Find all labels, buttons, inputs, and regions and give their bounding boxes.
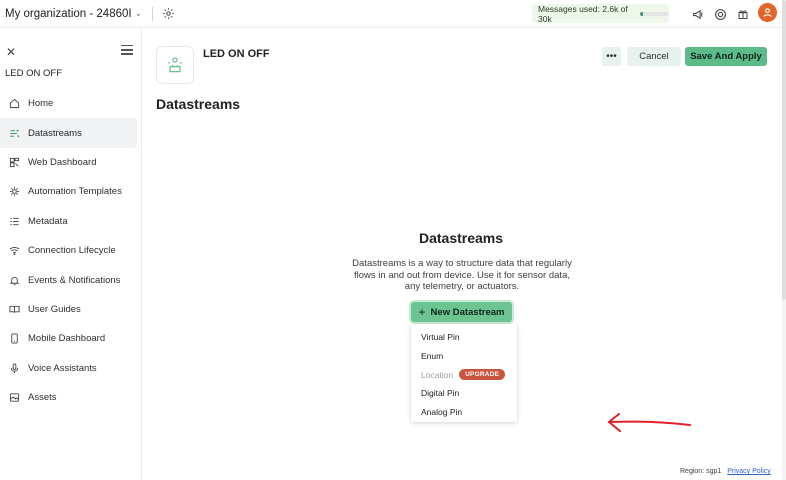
chevron-down-icon: ⌄	[134, 8, 143, 18]
empty-state-title: Datastreams	[418, 230, 504, 246]
menu-item-analog-pin[interactable]: Analog Pin	[411, 403, 517, 422]
wifi-icon	[9, 245, 20, 256]
sidebar-item-datastreams[interactable]: Datastreams	[0, 118, 137, 148]
plus-icon: +	[418, 305, 426, 319]
image-icon	[9, 392, 20, 403]
close-icon[interactable]: ✕	[6, 45, 16, 59]
mobile-icon	[9, 333, 20, 344]
sidebar-item-label: Events & Notifications	[28, 274, 121, 286]
gear-icon[interactable]	[161, 7, 175, 21]
page-title: Datastreams	[156, 96, 241, 112]
sidebar-item-home[interactable]: Home	[0, 89, 142, 118]
menu-item-digital-pin[interactable]: Digital Pin	[411, 384, 517, 403]
sidebar-item-label: User Guides	[28, 303, 81, 315]
messages-usage-bar	[639, 11, 669, 16]
main-content: LED ON OFF ••• Cancel Save And Apply Dat…	[143, 28, 786, 480]
sidebar-item-web-dashboard[interactable]: Web Dashboard	[0, 148, 142, 177]
datastream-type-menu: Virtual Pin Enum Location UPGRADE Digita…	[411, 324, 517, 422]
template-name: LED ON OFF	[5, 68, 63, 79]
sidebar-item-metadata[interactable]: Metadata	[0, 207, 142, 236]
sidebar-item-label: Web Dashboard	[28, 156, 97, 168]
cancel-button[interactable]: Cancel	[627, 47, 681, 66]
organization-selector[interactable]: My organization - 24860I ⌄	[5, 8, 142, 20]
more-options-button[interactable]: •••	[602, 47, 621, 66]
help-icon[interactable]	[712, 6, 728, 22]
microphone-icon	[9, 363, 20, 374]
sidebar-item-automation-templates[interactable]: Automation Templates	[0, 177, 142, 206]
sidebar-item-voice-assistants[interactable]: Voice Assistants	[0, 354, 142, 383]
web-dashboard-icon	[9, 157, 20, 168]
book-icon	[9, 304, 20, 315]
new-datastream-label: New Datastream	[430, 306, 505, 318]
messages-usage[interactable]: Messages used: 2.6k of 30k	[532, 3, 669, 24]
datastreams-icon	[9, 128, 20, 139]
sidebar-item-label: Voice Assistants	[28, 362, 97, 374]
sidebar-item-connection-lifecycle[interactable]: Connection Lifecycle	[0, 236, 142, 265]
sidebar-item-label: Datastreams	[28, 127, 82, 139]
sidebar-item-label: Connection Lifecycle	[28, 245, 116, 257]
sidebar-item-mobile-dashboard[interactable]: Mobile Dashboard	[0, 324, 142, 353]
menu-item-label: Location	[421, 369, 454, 380]
sidebar-item-assets[interactable]: Assets	[0, 383, 142, 412]
menu-item-enum[interactable]: Enum	[411, 347, 517, 366]
footer: Region: sgp1 Privacy Policy	[680, 468, 771, 475]
sidebar-nav: Home Datastreams Web Dashboard Automatio…	[0, 89, 142, 412]
avatar[interactable]	[758, 3, 777, 22]
save-and-apply-button[interactable]: Save And Apply	[685, 47, 767, 66]
sidebar-item-label: Assets	[28, 392, 57, 404]
sidebar-item-user-guides[interactable]: User Guides	[0, 295, 142, 324]
red-arrow-annotation	[608, 413, 691, 432]
metadata-icon	[9, 216, 20, 227]
menu-icon[interactable]	[121, 45, 133, 55]
messages-usage-label: Messages used: 2.6k of 30k	[538, 3, 628, 24]
empty-state-description: Datastreams is a way to structure data t…	[352, 258, 572, 292]
template-title[interactable]: LED ON OFF	[203, 48, 270, 60]
new-datastream-button[interactable]: + New Datastream	[411, 302, 512, 322]
sidebar-item-label: Automation Templates	[28, 186, 122, 198]
sidebar-item-label: Mobile Dashboard	[28, 333, 106, 345]
organization-name: My organization - 24860I	[5, 7, 132, 20]
divider	[152, 6, 154, 21]
menu-item-virtual-pin[interactable]: Virtual Pin	[411, 328, 517, 347]
scrollbar-thumb[interactable]	[782, 0, 786, 300]
region-label: Region: sgp1	[680, 468, 722, 475]
privacy-policy-link[interactable]: Privacy Policy	[727, 468, 771, 475]
sidebar: ✕ LED ON OFF Home Datastreams Web Dashbo…	[0, 28, 142, 480]
gift-icon[interactable]	[735, 6, 751, 22]
menu-item-location: Location UPGRADE	[411, 365, 517, 384]
bell-icon	[9, 275, 20, 286]
sidebar-item-label: Home	[28, 98, 54, 110]
home-icon	[9, 98, 20, 109]
sidebar-item-events-notifications[interactable]: Events & Notifications	[0, 265, 142, 294]
template-image[interactable]	[156, 46, 194, 84]
automation-icon	[9, 186, 20, 197]
sidebar-item-label: Metadata	[28, 215, 68, 227]
megaphone-icon[interactable]	[690, 6, 706, 22]
upgrade-badge[interactable]: UPGRADE	[459, 369, 506, 381]
